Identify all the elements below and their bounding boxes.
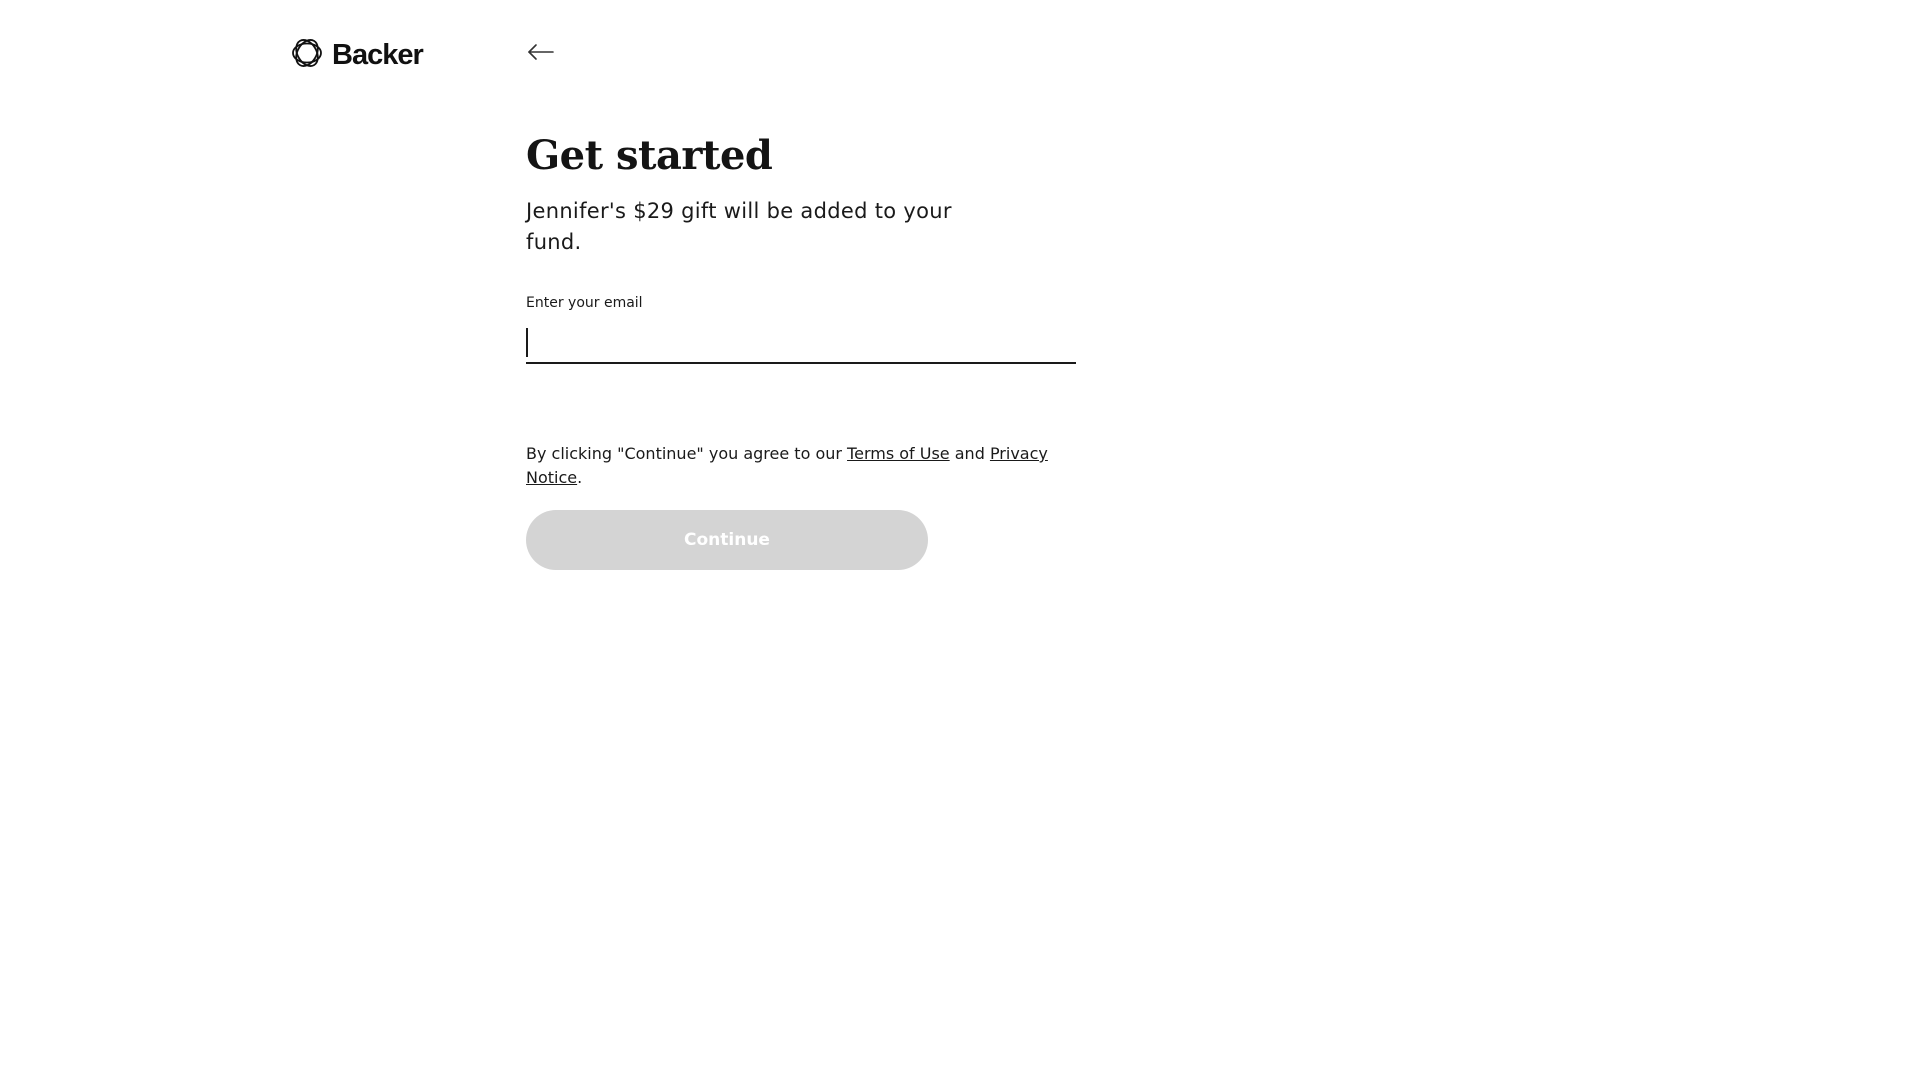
continue-button[interactable]: Continue (526, 510, 928, 570)
back-button[interactable] (526, 42, 556, 66)
page-title: Get started (526, 132, 773, 179)
email-field-group: Enter your email (526, 294, 1076, 364)
legal-and: and (949, 444, 990, 463)
backer-rosette-icon (290, 36, 324, 74)
brand-logo-link[interactable]: Backer (290, 36, 424, 74)
signup-form: Get started Jennifer's $29 gift will be … (526, 128, 1076, 570)
text-cursor (526, 328, 528, 357)
gift-message: Jennifer's $29 gift will be added to you… (526, 199, 952, 254)
arrow-left-icon (527, 43, 555, 65)
signup-page: Backer Get started Jennifer's $29 gift w… (0, 0, 1920, 1080)
email-label: Enter your email (526, 295, 643, 311)
legal-suffix: . (577, 468, 583, 487)
email-input[interactable] (526, 320, 1076, 364)
terms-of-use-link[interactable]: Terms of Use (847, 444, 950, 463)
legal-notice: By clicking "Continue" you agree to our … (526, 442, 1066, 490)
brand-name: Backer (332, 38, 424, 71)
legal-prefix: By clicking "Continue" you agree to our (526, 444, 848, 463)
